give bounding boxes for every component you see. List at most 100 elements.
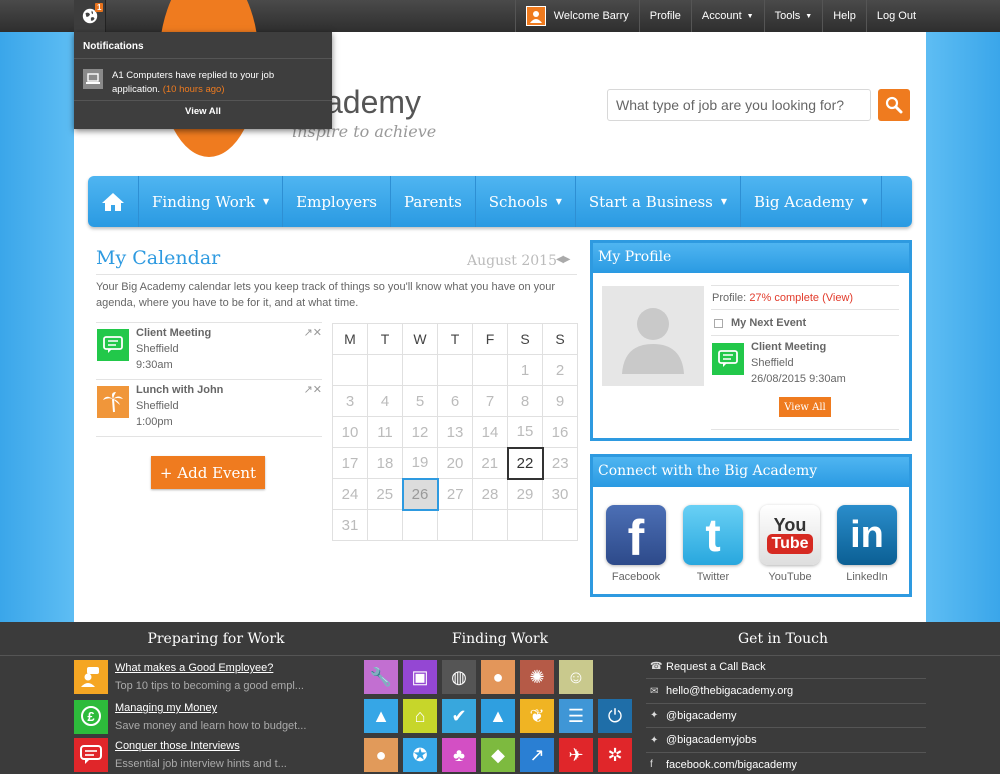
nav-employers[interactable]: Employers — [283, 176, 391, 227]
profile-view-link[interactable]: (View) — [822, 292, 853, 304]
atom-icon[interactable]: ✲ — [598, 738, 632, 772]
logout-link[interactable]: Log Out — [865, 0, 926, 32]
nav-schools[interactable]: Schools ▼ — [476, 176, 576, 227]
calendar-day[interactable]: 19 — [402, 447, 438, 479]
profile-photo[interactable] — [602, 286, 704, 386]
calendar-day[interactable]: 6 — [437, 385, 473, 417]
snowboard-icon[interactable]: ✈ — [559, 738, 593, 772]
notification-item[interactable]: A1 Computers have replied to your job ap… — [74, 59, 332, 101]
calendar-day[interactable]: 14 — [472, 416, 508, 448]
police-icon[interactable]: ✪ — [403, 738, 437, 772]
contact-link[interactable]: ✦ @bigacademyjobs — [646, 729, 926, 753]
calendar-day[interactable]: 25 — [367, 478, 403, 510]
help-link[interactable]: Help — [822, 0, 866, 32]
twitter-link[interactable]: t Twitter — [679, 505, 747, 583]
leaf-icon[interactable]: ❦ — [520, 699, 554, 733]
account-menu[interactable]: Account ▼ — [690, 0, 764, 32]
calendar-day[interactable]: 12 — [402, 416, 438, 448]
calendar-day[interactable]: 27 — [437, 478, 473, 510]
add-event-button[interactable]: + Add Event — [151, 456, 265, 489]
home-button[interactable] — [88, 176, 139, 227]
footer-article[interactable]: Conquer those Interviews Essential job i… — [74, 738, 334, 773]
cat-icon[interactable]: ♣ — [442, 738, 476, 772]
calendar-day[interactable]: 10 — [332, 416, 368, 448]
person-icon[interactable]: ● — [364, 738, 398, 772]
calendar-day[interactable]: 4 — [367, 385, 403, 417]
calendar-day[interactable]: 24 — [332, 478, 368, 510]
facebook-link[interactable]: f Facebook — [602, 505, 670, 583]
calendar-day[interactable]: 5 — [402, 385, 438, 417]
graduation-icon[interactable]: ▲ — [364, 699, 398, 733]
nav-finding-work[interactable]: Finding Work ▼ — [139, 176, 284, 227]
footer-article[interactable]: £ Managing my Money Save money and learn… — [74, 700, 334, 735]
calendar-day[interactable]: 18 — [367, 447, 403, 479]
calendar-day[interactable]: 13 — [437, 416, 473, 448]
tools-menu[interactable]: Tools ▼ — [763, 0, 823, 32]
calendar-day[interactable]: 1 — [507, 354, 543, 386]
briefcase-icon[interactable]: ▣ — [403, 660, 437, 694]
calendar-day[interactable]: 9 — [542, 385, 578, 417]
person-icon[interactable]: ● — [481, 660, 515, 694]
tag-icon[interactable]: ◆ — [481, 738, 515, 772]
calendar-day[interactable]: 21 — [472, 447, 508, 479]
calendar-day[interactable]: 11 — [367, 416, 403, 448]
search-button[interactable] — [878, 89, 910, 121]
twitter-icon: t — [683, 505, 743, 565]
calendar-day[interactable]: 15 — [507, 416, 543, 448]
document-icon[interactable]: ☰ — [559, 699, 593, 733]
close-icon[interactable]: ✕ — [313, 384, 322, 396]
next-month-icon[interactable]: ▶ — [563, 254, 571, 265]
calendar-day[interactable]: 7 — [472, 385, 508, 417]
prev-month-icon[interactable]: ◀ — [556, 254, 564, 265]
search-icon — [885, 96, 903, 114]
calendar-event[interactable]: Client Meeting Sheffield 9:30am ↗✕ — [96, 322, 322, 379]
edit-icon[interactable]: ↗ — [304, 327, 313, 339]
house-icon[interactable]: ⌂ — [403, 699, 437, 733]
calendar-event[interactable]: Lunch with John Sheffield 1:00pm ↗✕ — [96, 379, 322, 436]
calendar-day[interactable]: 28 — [472, 478, 508, 510]
calendar-day[interactable]: 22 — [506, 446, 544, 480]
notifications-view-all[interactable]: View All — [74, 101, 332, 117]
footer-article-subtitle: Top 10 tips to becoming a good empl... — [115, 680, 304, 692]
linkedin-link[interactable]: in LinkedIn — [833, 505, 901, 583]
calendar-day[interactable]: 29 — [507, 478, 543, 510]
youtube-link[interactable]: You Tube YouTube — [756, 505, 824, 583]
search-input[interactable]: What type of job are you looking for? — [607, 89, 871, 121]
globe-icon[interactable]: ◍ — [442, 660, 476, 694]
notification-time: (10 hours ago) — [162, 84, 225, 95]
contact-link[interactable]: f facebook.com/bigacademy — [646, 753, 926, 774]
welcome-user[interactable]: Welcome Barry — [514, 0, 639, 32]
power-icon[interactable]: ⏻ — [598, 699, 632, 733]
smiley-icon[interactable]: ☺ — [559, 660, 593, 694]
nav-start-business[interactable]: Start a Business ▼ — [576, 176, 742, 227]
footer-article[interactable]: What makes a Good Employee? Top 10 tips … — [74, 660, 334, 695]
contact-link[interactable]: ✦ @bigacademy — [646, 704, 926, 728]
calendar-day[interactable]: 31 — [332, 509, 368, 541]
nav-big-academy-label: Big Academy — [754, 192, 854, 211]
caret-down-icon: ▼ — [861, 197, 868, 206]
nav-parents[interactable]: Parents — [391, 176, 476, 227]
close-icon[interactable]: ✕ — [313, 327, 322, 339]
calendar-day[interactable]: 30 — [542, 478, 578, 510]
contact-link[interactable]: ☎ Request a Call Back — [646, 655, 926, 679]
event-title: Client Meeting — [136, 327, 212, 339]
contact-link[interactable]: ✉ hello@thebigacademy.org — [646, 680, 926, 704]
connect-panel: Connect with the Big Academy f Facebook … — [590, 454, 912, 597]
calendar-day[interactable]: 17 — [332, 447, 368, 479]
calendar-day[interactable]: 20 — [437, 447, 473, 479]
check-icon[interactable]: ✔ — [442, 699, 476, 733]
calendar-day[interactable]: 26 — [401, 477, 439, 511]
edit-icon[interactable]: ↗ — [304, 384, 313, 396]
wrench-icon[interactable]: 🔧 — [364, 660, 398, 694]
chart-icon[interactable]: ↗ — [520, 738, 554, 772]
calendar-day[interactable]: 2 — [542, 354, 578, 386]
graduation-icon[interactable]: ▲ — [481, 699, 515, 733]
calendar-day[interactable]: 3 — [332, 385, 368, 417]
calendar-day[interactable]: 23 — [542, 447, 578, 479]
profile-link[interactable]: Profile — [638, 0, 691, 32]
gears-icon[interactable]: ✺ — [520, 660, 554, 694]
view-all-button[interactable]: View All — [779, 397, 831, 417]
calendar-day[interactable]: 8 — [507, 385, 543, 417]
nav-big-academy[interactable]: Big Academy ▼ — [741, 176, 882, 227]
calendar-day[interactable]: 16 — [542, 416, 578, 448]
